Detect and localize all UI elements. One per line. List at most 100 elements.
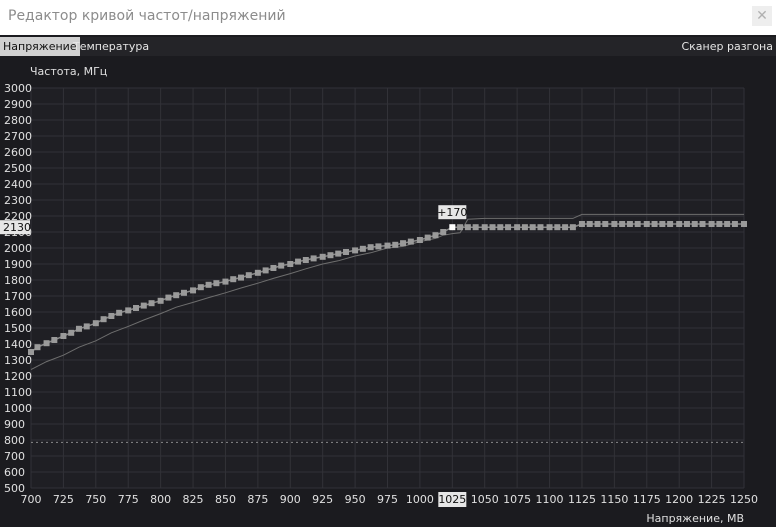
curve-point[interactable] [108,313,115,319]
curve-point[interactable] [634,221,641,227]
curve-point[interactable] [165,294,172,301]
curve-point[interactable] [683,221,690,227]
curve-point[interactable] [157,297,164,304]
curve-point[interactable] [327,252,334,259]
curve-point[interactable] [254,269,261,276]
curve-point[interactable] [651,221,658,227]
curve-point-active[interactable] [449,224,456,231]
curve-point[interactable] [222,278,229,285]
curve-point[interactable] [440,229,447,235]
curve-point[interactable] [659,221,666,227]
curve-point[interactable] [529,224,536,231]
curve-point[interactable] [352,247,359,254]
curve-point[interactable] [432,232,439,239]
curve-point[interactable] [116,309,123,316]
curve-point[interactable] [416,237,423,243]
curve-point[interactable] [213,280,220,287]
curve-point[interactable] [83,323,90,330]
curve-point[interactable] [481,224,488,231]
curve-point[interactable] [676,221,683,227]
curve-point[interactable] [691,221,698,227]
curve-point[interactable] [230,276,237,283]
tab-voltage[interactable]: Напряжение [0,37,80,56]
curve-point[interactable] [457,224,464,231]
curve-point[interactable] [569,224,576,231]
curve-point[interactable] [148,300,155,307]
curve-point[interactable] [699,221,706,227]
curve-point[interactable] [335,250,342,257]
curve-point[interactable] [367,244,374,251]
curve-point[interactable] [75,325,82,332]
curve-point[interactable] [343,249,350,255]
curve-point[interactable] [270,265,277,271]
curve-point[interactable] [602,221,609,227]
curve-point[interactable] [278,262,285,269]
curve-point[interactable] [667,221,674,227]
curve-point[interactable] [100,316,107,323]
curve-point[interactable] [34,344,41,351]
curve-point[interactable] [554,224,561,231]
curve-point[interactable] [407,238,414,245]
curve-point[interactable] [464,224,471,231]
curve-point[interactable] [643,221,650,227]
curve-point[interactable] [190,287,197,294]
curve-point[interactable] [28,349,34,355]
curve-point[interactable] [51,337,58,343]
curve-point[interactable] [359,245,366,252]
curve-point[interactable] [140,302,147,309]
curve-point[interactable] [724,221,731,227]
curve-point[interactable] [578,221,585,227]
vf-curve-chart[interactable]: Частота, МГц Напряжение, МВ 500600700800… [0,56,776,527]
curve-point[interactable] [521,224,528,231]
curve-point[interactable] [180,289,187,296]
curve-point[interactable] [133,305,140,311]
curve-point[interactable] [92,320,99,327]
curve-point[interactable] [262,267,269,274]
curve-point[interactable] [731,221,738,227]
curve-point[interactable] [716,221,723,227]
curve-point[interactable] [68,329,75,336]
curve-point[interactable] [472,224,479,231]
curve-point[interactable] [392,241,399,248]
curve-point[interactable] [489,224,496,231]
curve-point[interactable] [125,307,132,314]
curve-point[interactable] [708,221,715,227]
x-tick-label: 1225 [698,493,726,506]
curve-point[interactable] [537,224,544,231]
curve-point[interactable] [514,224,521,231]
curve-point[interactable] [245,272,252,279]
curve-point[interactable] [741,221,747,227]
x-tick-label: 1175 [633,493,661,506]
curve-point[interactable] [497,224,504,231]
curve-point[interactable] [205,281,212,288]
curve-point[interactable] [60,333,67,339]
curve-point[interactable] [238,274,245,281]
curve-point[interactable] [319,253,326,260]
curve-point[interactable] [594,221,601,227]
curve-point[interactable] [586,221,593,227]
curve-point[interactable] [562,224,569,231]
curve-point[interactable] [505,224,512,231]
curve-point[interactable] [400,240,407,247]
tab-temperature[interactable]: Температура [70,37,152,56]
curve-point[interactable] [302,257,309,263]
curve-point[interactable] [626,221,633,227]
offset-badge-label: +170 [437,206,467,219]
oc-scanner-button[interactable]: Сканер разгона [681,37,773,56]
curve-point[interactable] [43,340,50,347]
curve-point[interactable] [173,292,180,299]
curve-point[interactable] [424,234,431,241]
x-tick-label: 1100 [536,493,564,506]
close-button[interactable]: ✕ [752,6,772,26]
curve-point[interactable] [310,255,317,262]
curve-point[interactable] [546,224,553,231]
curve-point[interactable] [375,243,382,250]
x-tick-label: 700 [21,493,42,506]
curve-point[interactable] [384,242,391,249]
curve-point[interactable] [287,261,294,267]
curve-point[interactable] [295,258,302,265]
y-tick-label: 1600 [4,306,32,319]
curve-point[interactable] [611,221,618,227]
curve-point[interactable] [197,284,204,291]
curve-point[interactable] [619,221,626,227]
